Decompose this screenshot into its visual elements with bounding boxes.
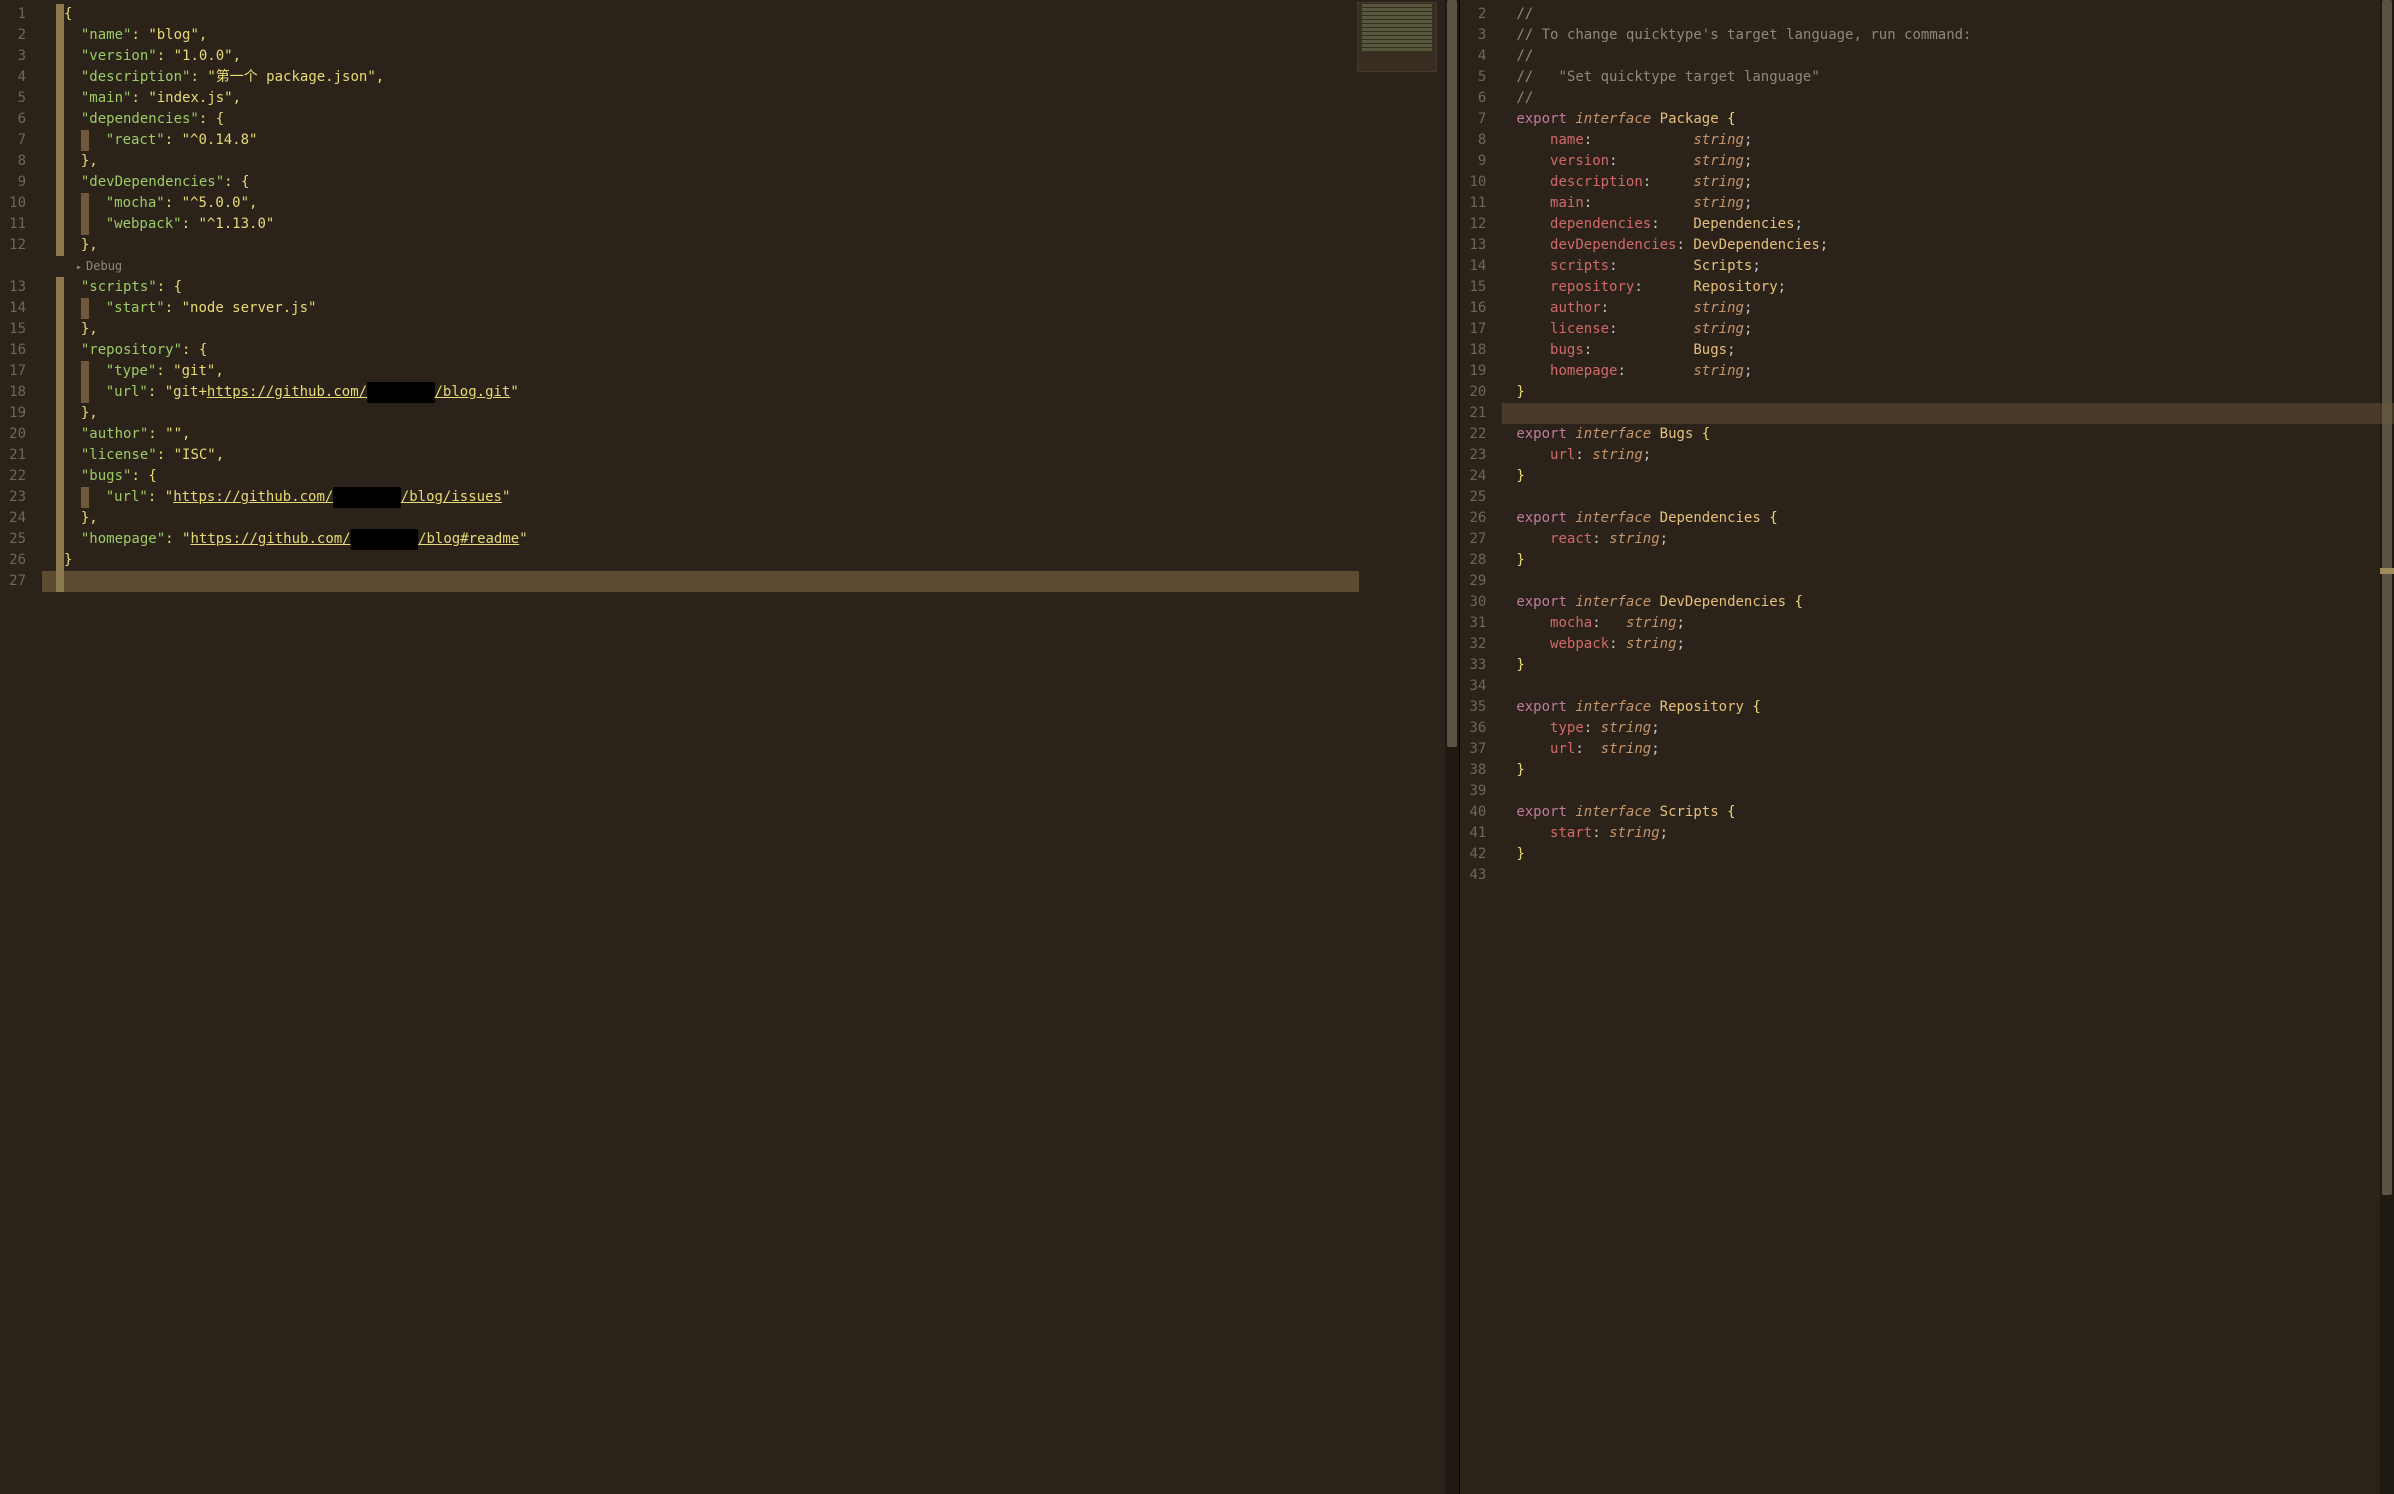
code-line[interactable]: "mocha": "^5.0.0", <box>56 193 1459 214</box>
code-line[interactable]: // <box>1516 4 2394 25</box>
code-line[interactable]: main: string; <box>1516 193 2394 214</box>
code-line[interactable]: "bugs": { <box>56 466 1459 487</box>
code-line[interactable]: license: string; <box>1516 319 2394 340</box>
code-line[interactable]: "homepage": "https://github.com/████████… <box>56 529 1459 550</box>
editor-pane-right[interactable]: 2345 6789 10111213 14151617 18192021 222… <box>1460 0 2394 1494</box>
code-line[interactable]: webpack: string; <box>1516 634 2394 655</box>
code-line[interactable]: // "Set quicktype target language" <box>1516 67 2394 88</box>
code-line[interactable]: "devDependencies": { <box>56 172 1459 193</box>
code-line[interactable]: "type": "git", <box>56 361 1459 382</box>
code-line[interactable]: scripts: Scripts; <box>1516 256 2394 277</box>
code-line[interactable] <box>1516 403 2394 424</box>
code-line[interactable] <box>1516 487 2394 508</box>
gutter-right: 2345 6789 10111213 14151617 18192021 222… <box>1460 0 1502 1494</box>
code-line[interactable]: "main": "index.js", <box>56 88 1459 109</box>
redacted-text: ████████ <box>367 382 434 403</box>
code-line[interactable]: "url": "https://github.com/████████/blog… <box>56 487 1459 508</box>
editor-pane-left[interactable]: 1234 5678 9101112 13141516 17181920 2122… <box>0 0 1460 1494</box>
code-area-right[interactable]: // // To change quicktype's target langu… <box>1502 0 2394 1494</box>
play-icon: ▸ <box>76 262 82 273</box>
code-line[interactable]: { <box>56 4 1459 25</box>
code-line[interactable]: }, <box>56 508 1459 529</box>
code-line[interactable]: react: string; <box>1516 529 2394 550</box>
code-line[interactable]: } <box>1516 382 2394 403</box>
code-line[interactable]: export interface Package { <box>1516 109 2394 130</box>
code-line[interactable]: export interface Bugs { <box>1516 424 2394 445</box>
code-line[interactable]: "webpack": "^1.13.0" <box>56 214 1459 235</box>
code-line[interactable] <box>1516 571 2394 592</box>
code-line[interactable]: "description": "第一个 package.json", <box>56 67 1459 88</box>
code-line[interactable]: "url": "git+https://github.com/████████/… <box>56 382 1459 403</box>
code-line[interactable]: repository: Repository; <box>1516 277 2394 298</box>
code-line[interactable]: url: string; <box>1516 445 2394 466</box>
code-line[interactable]: } <box>1516 550 2394 571</box>
code-line[interactable] <box>1516 781 2394 802</box>
code-line[interactable]: "name": "blog", <box>56 25 1459 46</box>
code-line[interactable]: author: string; <box>1516 298 2394 319</box>
code-line[interactable]: name: string; <box>1516 130 2394 151</box>
editor-split-view: 1234 5678 9101112 13141516 17181920 2122… <box>0 0 2394 1494</box>
code-line[interactable]: description: string; <box>1516 172 2394 193</box>
codelens-debug[interactable]: ▸Debug <box>56 256 1459 277</box>
code-line[interactable]: export interface Scripts { <box>1516 802 2394 823</box>
code-line[interactable]: export interface DevDependencies { <box>1516 592 2394 613</box>
code-line[interactable] <box>1516 865 2394 886</box>
code-line[interactable]: "author": "", <box>56 424 1459 445</box>
redacted-text: ████████ <box>351 529 418 550</box>
redacted-text: ████████ <box>333 487 400 508</box>
code-line[interactable]: bugs: Bugs; <box>1516 340 2394 361</box>
code-line[interactable]: mocha: string; <box>1516 613 2394 634</box>
gutter-left: 1234 5678 9101112 13141516 17181920 2122… <box>0 0 42 1494</box>
code-line[interactable]: export interface Dependencies { <box>1516 508 2394 529</box>
code-line[interactable]: "dependencies": { <box>56 109 1459 130</box>
code-line[interactable]: // To change quicktype's target language… <box>1516 25 2394 46</box>
code-line[interactable]: }, <box>56 151 1459 172</box>
code-area-left[interactable]: { "name": "blog", "version": "1.0.0", "d… <box>42 0 1459 1494</box>
code-line[interactable]: }, <box>56 319 1459 340</box>
code-line[interactable]: } <box>1516 655 2394 676</box>
code-line[interactable]: // <box>1516 46 2394 67</box>
code-line[interactable]: "repository": { <box>56 340 1459 361</box>
code-line[interactable]: dependencies: Dependencies; <box>1516 214 2394 235</box>
code-line[interactable] <box>1516 676 2394 697</box>
code-line[interactable]: url: string; <box>1516 739 2394 760</box>
code-line[interactable]: }, <box>56 235 1459 256</box>
code-line[interactable]: // <box>1516 88 2394 109</box>
code-line[interactable]: export interface Repository { <box>1516 697 2394 718</box>
code-line[interactable]: "license": "ISC", <box>56 445 1459 466</box>
code-line[interactable]: }, <box>56 403 1459 424</box>
code-line[interactable]: devDependencies: DevDependencies; <box>1516 235 2394 256</box>
code-line[interactable]: "scripts": { <box>56 277 1459 298</box>
code-line[interactable]: } <box>1516 844 2394 865</box>
code-line[interactable]: "react": "^0.14.8" <box>56 130 1459 151</box>
code-line[interactable]: } <box>56 550 1459 571</box>
code-line[interactable]: homepage: string; <box>1516 361 2394 382</box>
code-line[interactable]: type: string; <box>1516 718 2394 739</box>
code-line[interactable]: version: string; <box>1516 151 2394 172</box>
code-line[interactable] <box>56 571 1459 592</box>
code-line[interactable]: } <box>1516 466 2394 487</box>
code-line[interactable]: } <box>1516 760 2394 781</box>
code-line[interactable]: start: string; <box>1516 823 2394 844</box>
code-line[interactable]: "version": "1.0.0", <box>56 46 1459 67</box>
code-line[interactable]: "start": "node server.js" <box>56 298 1459 319</box>
